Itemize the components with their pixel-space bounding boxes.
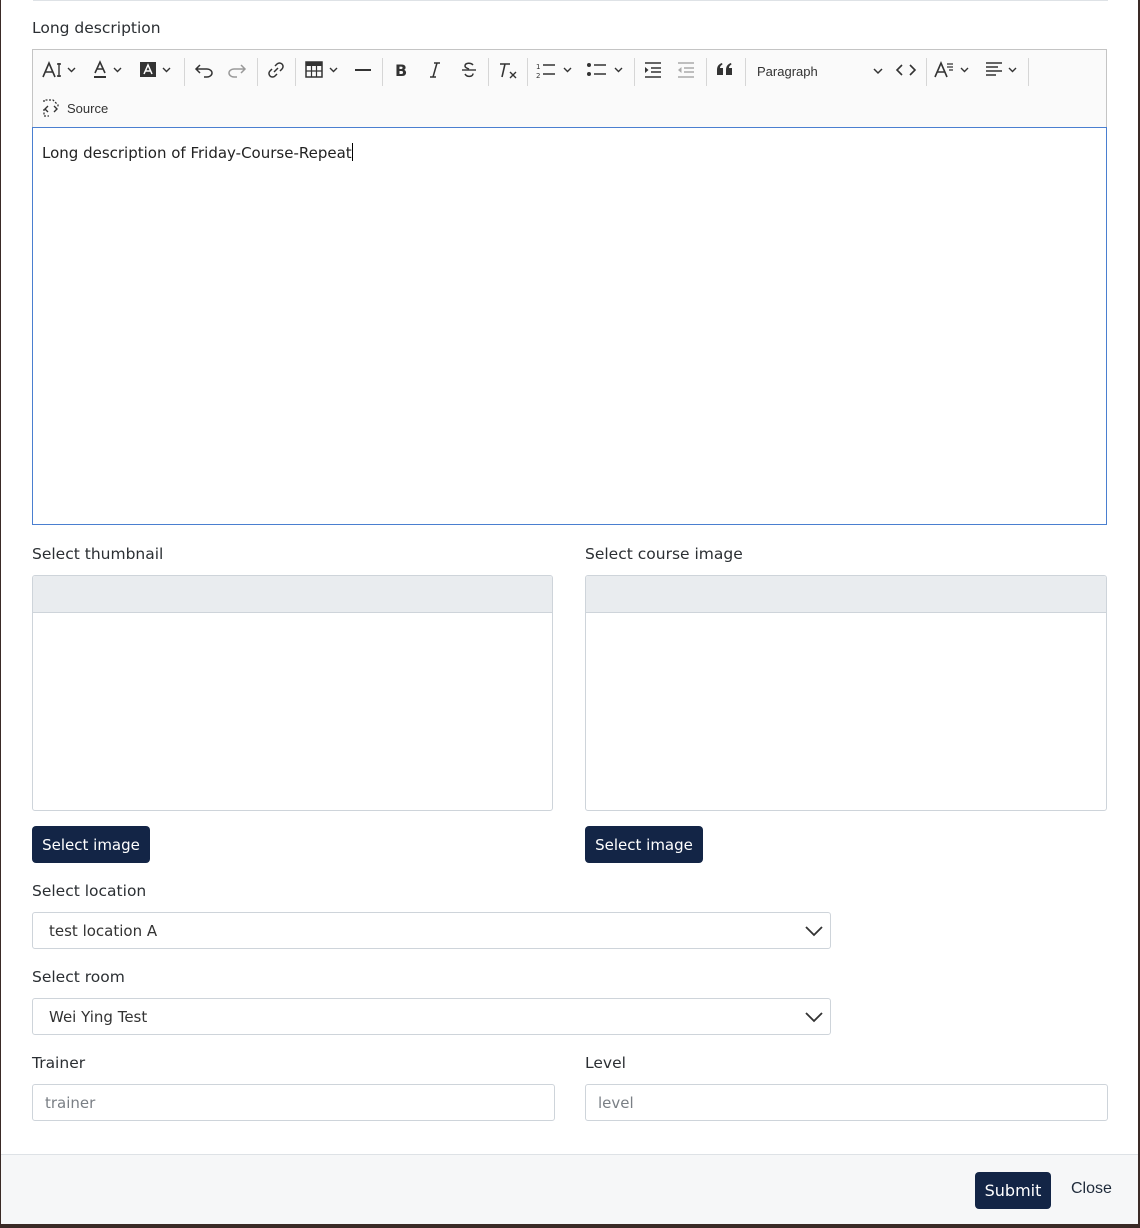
room-value: Wei Ying Test: [49, 1007, 148, 1026]
select-course-image-button[interactable]: Select image: [585, 826, 703, 863]
svg-text:B: B: [395, 61, 407, 80]
course-image-preview: [585, 575, 1107, 811]
location-value: test location A: [49, 921, 158, 940]
level-input[interactable]: [585, 1084, 1108, 1121]
editor-content-area[interactable]: Long description of Friday-Course-Repeat: [32, 127, 1107, 525]
toolbar-separator: [634, 58, 635, 86]
level-label: Level: [585, 1054, 626, 1072]
select-thumbnail-button[interactable]: Select image: [32, 826, 150, 863]
outdent-icon[interactable]: [674, 55, 698, 85]
font-color-icon[interactable]: [91, 55, 127, 85]
bold-icon[interactable]: B: [390, 55, 412, 85]
svg-text:2: 2: [536, 72, 540, 80]
source-button[interactable]: Source: [41, 94, 108, 122]
table-icon[interactable]: [303, 55, 343, 85]
close-button[interactable]: Close: [1065, 1179, 1118, 1199]
undo-icon[interactable]: [192, 55, 216, 85]
course-form-modal: Long description B 1 2 Paragraph Source …: [1, 0, 1138, 1224]
toolbar-separator: [745, 58, 746, 86]
chevron-down-icon: [805, 1012, 823, 1023]
trainer-label: Trainer: [32, 1054, 86, 1072]
thumbnail-preview: [32, 575, 553, 811]
room-select[interactable]: Wei Ying Test: [32, 998, 831, 1035]
course-image-preview-header: [586, 576, 1106, 613]
link-icon[interactable]: [265, 55, 287, 85]
svg-text:1: 1: [536, 63, 540, 71]
thumbnail-label: Select thumbnail: [32, 545, 164, 563]
trainer-input[interactable]: [32, 1084, 555, 1121]
source-label: Source: [67, 100, 109, 116]
italic-icon[interactable]: [424, 55, 446, 85]
code-icon[interactable]: [893, 55, 919, 85]
toolbar-separator: [382, 58, 383, 86]
toolbar-separator: [527, 58, 528, 86]
toolbar-separator: [184, 58, 185, 86]
thumbnail-preview-header: [33, 576, 552, 613]
font-size-icon[interactable]: [41, 55, 81, 85]
rich-text-editor: B 12 Paragraph Source Long description o…: [32, 49, 1107, 525]
long-description-label: Long description: [32, 19, 161, 37]
strikethrough-icon[interactable]: [458, 55, 480, 85]
course-image-label: Select course image: [585, 545, 743, 563]
toolbar-separator: [295, 58, 296, 86]
toolbar-separator: [257, 58, 258, 86]
divider: [33, 0, 1108, 1]
toolbar-separator: [706, 58, 707, 86]
paragraph-style-dropdown[interactable]: Paragraph: [755, 56, 885, 86]
toolbar-separator: [926, 58, 927, 86]
indent-icon[interactable]: [641, 55, 665, 85]
toolbar-separator: [488, 58, 489, 86]
text-align-icon[interactable]: [983, 55, 1023, 85]
modal-footer: Submit Close: [1, 1154, 1138, 1224]
paragraph-style-value: Paragraph: [757, 63, 818, 79]
text-style-icon[interactable]: [933, 55, 973, 85]
numbered-list-icon[interactable]: 12: [534, 55, 576, 85]
room-label: Select room: [32, 968, 125, 986]
source-icon: [43, 99, 59, 117]
remove-format-icon[interactable]: [496, 55, 520, 85]
background-color-icon[interactable]: [138, 55, 176, 85]
editor-toolbar: B 12 Paragraph Source: [32, 49, 1107, 127]
chevron-down-icon: [805, 926, 823, 937]
editor-text: Long description of Friday-Course-Repeat: [42, 144, 352, 162]
blockquote-icon[interactable]: [713, 55, 737, 85]
horizontal-line-icon[interactable]: [352, 55, 374, 85]
chevron-down-icon: [873, 68, 883, 75]
submit-button[interactable]: Submit: [975, 1172, 1051, 1209]
redo-icon[interactable]: [225, 55, 249, 85]
location-select[interactable]: test location A: [32, 912, 831, 949]
text-caret: [351, 143, 353, 161]
location-label: Select location: [32, 882, 147, 900]
toolbar-separator: [1028, 58, 1029, 86]
bulleted-list-icon[interactable]: [585, 55, 627, 85]
